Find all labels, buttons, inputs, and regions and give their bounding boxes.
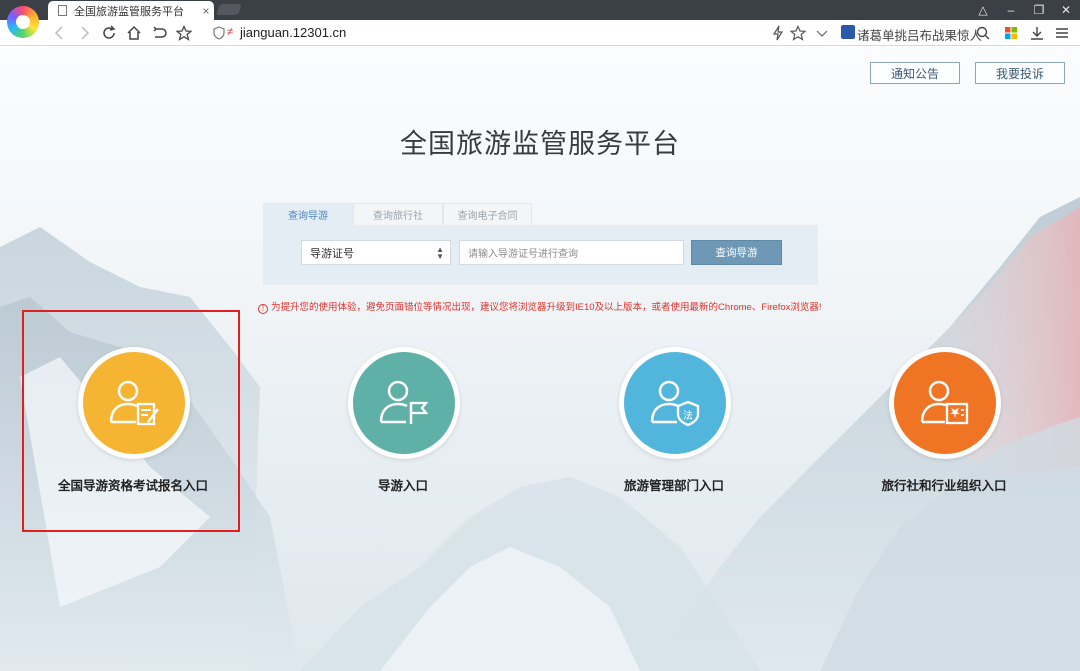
notice-button[interactable]: 通知公告 <box>870 62 960 84</box>
search-button[interactable]: 查询导游 <box>691 240 782 265</box>
forward-icon[interactable] <box>74 23 94 43</box>
entry-exam-registration[interactable]: 全国导游资格考试报名入口 <box>23 347 243 507</box>
tab-query-guide[interactable]: 查询导游 <box>263 203 353 225</box>
news-ticker[interactable]: 诸葛单挑吕布战果惊人 <box>857 25 982 44</box>
back-icon[interactable] <box>50 23 70 43</box>
law-shield-icon: 法 <box>624 352 726 454</box>
undo-close-icon[interactable] <box>149 23 169 43</box>
home-icon[interactable] <box>124 23 144 43</box>
tab-query-agency[interactable]: 查询旅行社 <box>353 203 443 225</box>
complaint-button[interactable]: 我要投诉 <box>975 62 1065 84</box>
download-icon[interactable] <box>1027 23 1047 43</box>
entry-label[interactable]: 旅游管理部门入口 <box>564 475 784 494</box>
address-bar-url[interactable]: jianguan.12301.cn <box>240 25 346 40</box>
entry-label[interactable]: 导游入口 <box>293 475 513 494</box>
search-type-value: 导游证号 <box>310 247 354 260</box>
search-icon[interactable] <box>973 23 993 43</box>
restore-icon[interactable]: ❐ <box>1026 2 1052 18</box>
entry-agency-organization[interactable]: 旅行社和行业组织入口 <box>834 347 1054 507</box>
refresh-icon[interactable] <box>99 23 119 43</box>
entry-circle[interactable]: 法 <box>619 347 731 459</box>
entry-label[interactable]: 全国导游资格考试报名入口 <box>23 475 243 494</box>
search-tabs: 查询导游 查询旅行社 查询电子合同 <box>263 203 532 225</box>
search-type-select[interactable]: 导游证号 ▲ ▼ <box>301 240 451 265</box>
select-updown-icon: ▲ ▼ <box>436 245 444 261</box>
search-panel: 查询导游 查询旅行社 查询电子合同 导游证号 ▲ ▼ 请输入导游证号进行查询 查询… <box>263 203 818 285</box>
browser-logo-icon[interactable] <box>7 6 39 38</box>
entry-circle[interactable] <box>889 347 1001 459</box>
favorite-star-icon[interactable] <box>174 23 194 43</box>
warning-text: 为提升您的使用体验，避免页面错位等情况出现，建议您将浏览器升级到IE10及以上版… <box>271 302 822 313</box>
skin-icon[interactable]: △ <box>970 2 996 18</box>
dropdown-chevron-icon[interactable] <box>812 23 832 43</box>
close-window-icon[interactable]: ✕ <box>1053 2 1079 18</box>
page-title: 全国旅游监管服务平台 <box>400 129 680 159</box>
browser-titlebar: 全国旅游监管服务平台 × △ – ❐ ✕ <box>0 0 1080 20</box>
tab-title: 全国旅游监管服务平台 <box>74 5 184 18</box>
minimize-icon[interactable]: – <box>998 2 1024 18</box>
warning-icon: ! <box>258 304 268 314</box>
browser-tab[interactable]: 全国旅游监管服务平台 × <box>48 1 214 20</box>
apps-grid-icon[interactable] <box>1001 23 1021 43</box>
news-paw-icon[interactable] <box>841 25 855 39</box>
browser-warning: ! 为提升您的使用体验，避免页面错位等情况出现，建议您将浏览器升级到IE10及以上… <box>258 299 822 314</box>
search-input[interactable]: 请输入导游证号进行查询 <box>459 240 684 265</box>
entry-circle[interactable] <box>78 347 190 459</box>
page-favicon-icon <box>58 5 67 16</box>
svg-text:法: 法 <box>683 409 693 422</box>
bookmark-star-icon[interactable] <box>788 23 808 43</box>
entry-guide[interactable]: 导游入口 <box>293 347 513 507</box>
entry-circle[interactable] <box>348 347 460 459</box>
new-tab-button[interactable] <box>215 4 243 15</box>
tab-query-contract[interactable]: 查询电子合同 <box>443 203 532 225</box>
page-content: 通知公告 我要投诉 全国旅游监管服务平台 查询导游 查询旅行社 查询电子合同 导… <box>0 47 1080 671</box>
speed-mode-icon[interactable] <box>768 23 788 43</box>
guide-flag-icon <box>353 352 455 454</box>
search-form: 导游证号 ▲ ▼ 请输入导游证号进行查询 查询导游 <box>263 225 818 285</box>
entry-tourism-authority[interactable]: 法 旅游管理部门入口 <box>564 347 784 507</box>
browser-navbar: ≠ jianguan.12301.cn 诸葛单挑吕布战果惊人 <box>0 20 1080 46</box>
agency-book-icon <box>894 352 996 454</box>
menu-icon[interactable] <box>1052 23 1072 43</box>
insecure-indicator-icon: ≠ <box>227 26 234 38</box>
entry-label[interactable]: 旅行社和行业组织入口 <box>834 475 1054 494</box>
security-shield-icon[interactable] <box>212 26 226 40</box>
tab-close-icon[interactable]: × <box>198 4 214 18</box>
exam-register-icon <box>83 352 185 454</box>
